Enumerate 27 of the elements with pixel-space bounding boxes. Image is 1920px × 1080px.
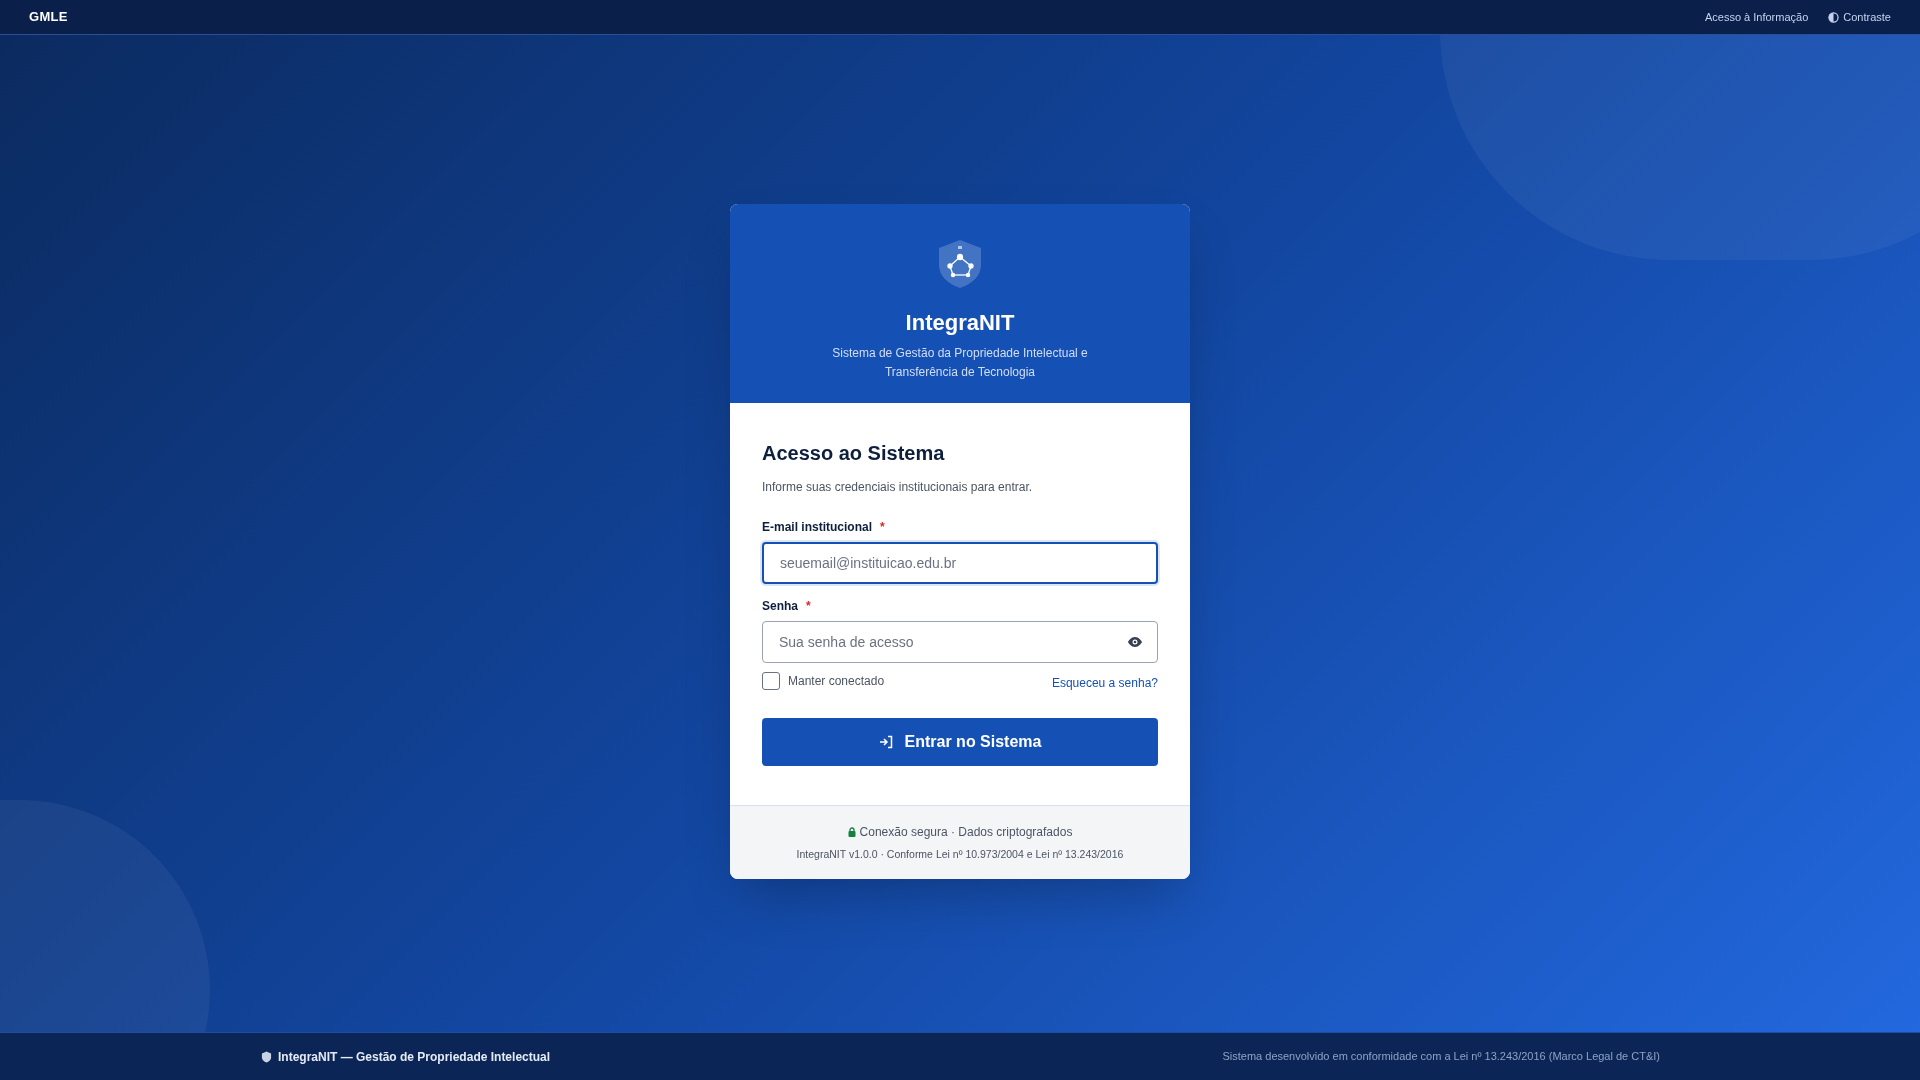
footer-brand: IntegraNIT — Gestão de Propriedade Intelectual bbox=[278, 1048, 551, 1066]
logo: GMLE bbox=[29, 8, 68, 27]
lock-icon bbox=[847, 827, 856, 837]
field-label: E-mail institucional bbox=[762, 519, 872, 536]
version-note: IntegraNIT v1.0.0 · Conforme Lei nº 10.973/2004 e Lei nº 13.243/2016 bbox=[796, 847, 1124, 862]
forgot-password-link[interactable]: Esqueceu a senha? bbox=[1051, 674, 1158, 692]
field-label: Senha bbox=[762, 598, 798, 615]
contrast-icon bbox=[1828, 11, 1840, 23]
password-field[interactable]: Sua senha de acesso bbox=[762, 621, 1158, 663]
network-shield-icon bbox=[937, 239, 983, 289]
top-link[interactable]: Acesso à Informação bbox=[1704, 8, 1809, 26]
remember-checkbox[interactable] bbox=[762, 672, 780, 690]
remember-label: Manter conectado bbox=[788, 673, 885, 690]
email-field[interactable]: seuemail@instituicao.edu.br bbox=[762, 542, 1158, 584]
form-heading: Acesso ao Sistema bbox=[762, 441, 946, 466]
app-subtitle: Sistema de Gestão da Propriedade Intelectual e Transferência de Tecnologia bbox=[831, 345, 1089, 381]
contrast-toggle[interactable]: Contraste bbox=[1828, 8, 1891, 26]
footer-compliance: Sistema desenvolvido em conformidade com a Lei nº 13.243/2016 (Marco Legal de CT&I) bbox=[1222, 1049, 1660, 1065]
login-icon bbox=[878, 735, 893, 749]
submit-button[interactable]: Entrar no Sistema bbox=[762, 718, 1158, 766]
security-note: Conexão segura · Dados criptografados bbox=[859, 824, 1073, 841]
required-mark: * bbox=[806, 598, 811, 615]
required-mark: * bbox=[880, 519, 885, 536]
form-intro: Informe suas credenciais institucionais para entrar. bbox=[762, 479, 1034, 496]
app-title: IntegraNIT bbox=[905, 309, 1015, 337]
shield-icon bbox=[261, 1050, 272, 1063]
eye-icon[interactable] bbox=[1128, 637, 1142, 647]
